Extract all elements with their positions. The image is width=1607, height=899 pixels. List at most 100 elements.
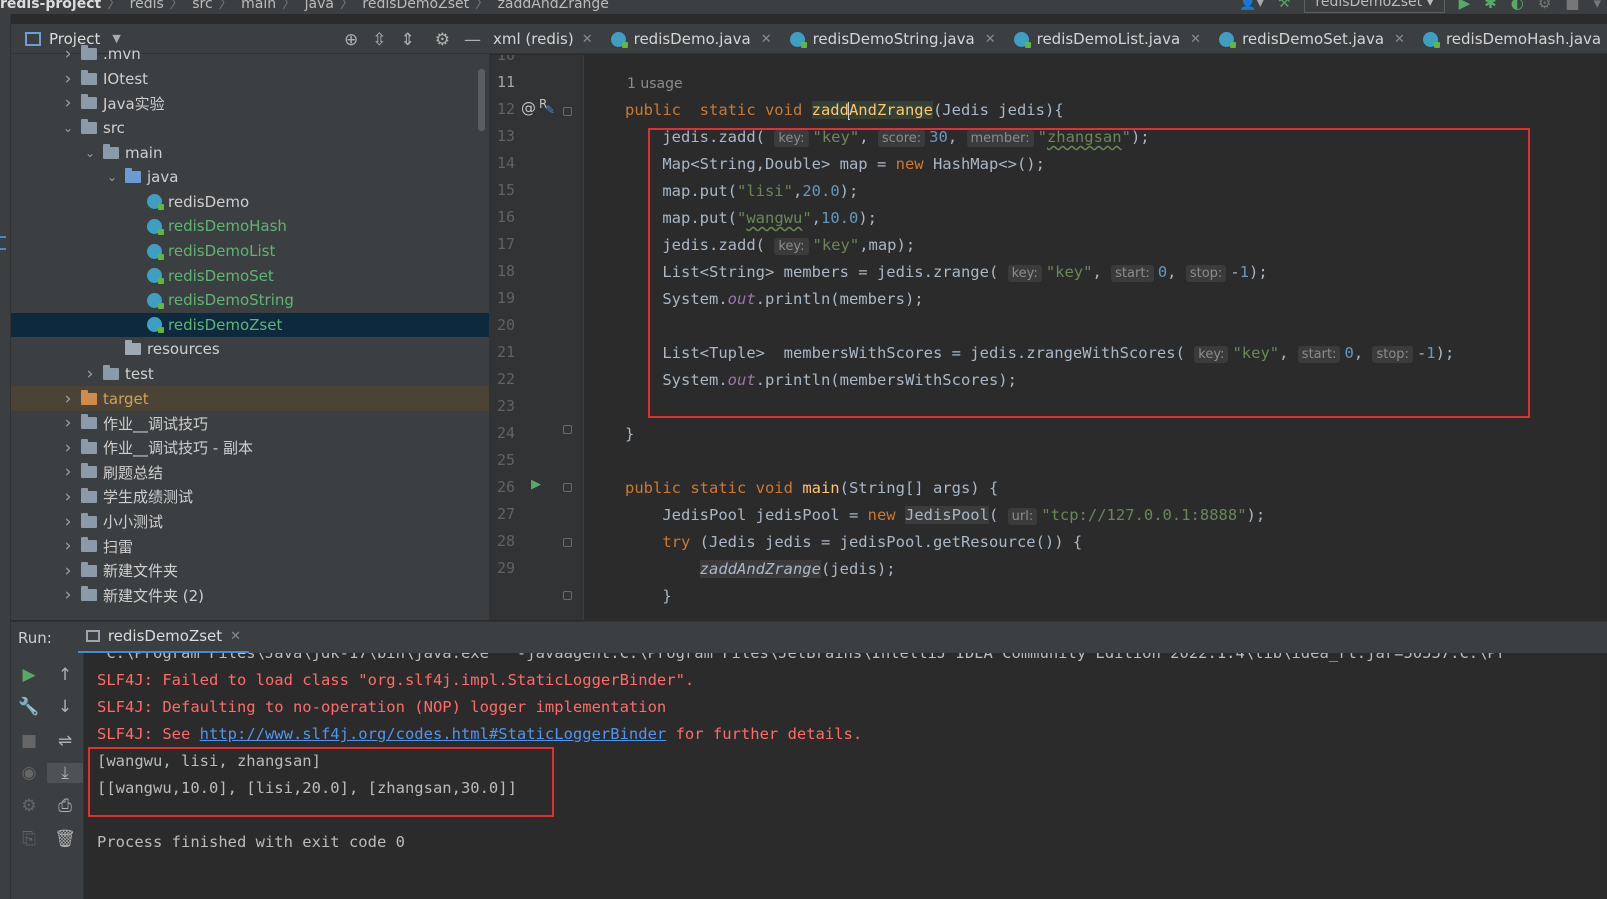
tree-item[interactable]: redisDemoZset: [11, 312, 489, 338]
tree-item[interactable]: › 作业__调试技巧: [11, 411, 489, 436]
rerun-icon[interactable]: ▶: [11, 665, 47, 685]
chevron-right-icon[interactable]: ›: [61, 438, 75, 458]
run-icon[interactable]: ▶: [1459, 0, 1471, 12]
tree-item[interactable]: redisDemoHash: [11, 214, 489, 239]
tree-item[interactable]: redisDemoString: [11, 288, 489, 313]
editor-tab[interactable]: xml (redis) ✕: [489, 24, 603, 53]
breadcrumb-item-java[interactable]: java: [305, 0, 334, 12]
user-icon[interactable]: 👤▾: [1239, 0, 1263, 11]
editor-tab[interactable]: redisDemoString.java ✕: [782, 24, 1006, 53]
camera-icon[interactable]: ◉: [11, 763, 47, 783]
arrow-down-icon[interactable]: ↓: [47, 697, 83, 717]
console-line-1: "C:\Program Files\Java\jdk-17\bin\java.e…: [97, 653, 1507, 662]
fold-marker-icon[interactable]: [563, 483, 572, 492]
exit-icon[interactable]: ⎘: [11, 829, 47, 849]
usage-hint[interactable]: 1 usage: [627, 76, 683, 92]
tree-item[interactable]: › 扫雷: [11, 534, 489, 559]
close-icon[interactable]: ✕: [582, 32, 593, 47]
close-icon[interactable]: ✕: [761, 32, 772, 47]
run-tab[interactable]: redisDemoZset ✕: [77, 622, 250, 654]
tree-item[interactable]: › 新建文件夹: [11, 558, 489, 583]
tree-item[interactable]: › 学生成绩测试: [11, 485, 489, 510]
breadcrumb-item-class[interactable]: redisDemoZset: [362, 0, 469, 12]
toolbar-more-icon[interactable]: ▾: [1593, 0, 1601, 12]
breadcrumb-item-main[interactable]: main: [241, 0, 276, 12]
tree-item[interactable]: › 作业__调试技巧 - 副本: [11, 436, 489, 461]
chevron-right-icon[interactable]: ›: [61, 69, 75, 89]
close-icon[interactable]: ✕: [1394, 32, 1405, 47]
breadcrumb-item-project[interactable]: redis-project: [0, 0, 101, 12]
fold-marker-icon[interactable]: [563, 425, 572, 434]
soft-wrap-icon[interactable]: ⇌: [47, 731, 83, 751]
structure-stripe-marker[interactable]: [0, 236, 6, 250]
override-marker-icon[interactable]: @: [521, 99, 536, 117]
profile-icon[interactable]: ⚙: [1538, 0, 1551, 12]
scroll-to-end-icon[interactable]: ⤓: [47, 763, 83, 783]
fold-marker-icon[interactable]: [563, 591, 572, 600]
tree-item[interactable]: redisDemo: [11, 190, 489, 215]
close-icon[interactable]: ✕: [985, 32, 996, 47]
tree-item[interactable]: ⌄ main: [11, 140, 489, 165]
chevron-down-icon[interactable]: ⌄: [105, 170, 119, 184]
folder-icon: [81, 561, 97, 577]
tree-item[interactable]: › Java实验: [11, 91, 489, 116]
code-editor[interactable]: 10 11 12 13 14 15 16 17 18 19 20 21 22 23 24 25 26 27 28 29…: [489, 55, 1607, 620]
tree-item[interactable]: resources: [11, 337, 489, 362]
chevron-down-icon[interactable]: ⌄: [83, 146, 97, 160]
trash-icon[interactable]: 🗑: [47, 829, 83, 849]
slf4j-link[interactable]: http://www.slf4j.org/codes.html#StaticLo…: [200, 725, 667, 743]
wrench-icon[interactable]: 🔧: [11, 697, 47, 717]
tree-item-label: src: [103, 119, 125, 138]
tree-item[interactable]: ⌄ java: [11, 165, 489, 190]
folder-icon: [81, 487, 97, 503]
chevron-right-icon[interactable]: ›: [61, 561, 75, 581]
run-console[interactable]: "C:\Program Files\Java\jdk-17\bin\java.e…: [84, 653, 1607, 899]
chevron-down-icon[interactable]: ⌄: [61, 121, 75, 135]
tree-item[interactable]: › test: [11, 362, 489, 387]
build-hammer-icon[interactable]: ⚒: [1278, 0, 1291, 11]
chevron-right-icon[interactable]: ›: [61, 389, 75, 409]
close-icon[interactable]: ✕: [230, 629, 241, 644]
tree-item[interactable]: redisDemoSet: [11, 263, 489, 288]
stop-icon[interactable]: ■: [11, 731, 47, 751]
tree-item[interactable]: redisDemoList: [11, 239, 489, 264]
fold-marker-icon[interactable]: [563, 538, 572, 547]
line-number: 26: [496, 478, 515, 496]
breadcrumb-item-method[interactable]: zaddAndZrange: [498, 0, 609, 12]
editor-tab[interactable]: redisDemoList.java ✕: [1006, 24, 1211, 53]
chevron-right-icon[interactable]: ›: [61, 512, 75, 532]
editor-tab[interactable]: redisDemoHash.java✕: [1415, 24, 1607, 53]
settings-icon[interactable]: ⚙: [11, 796, 47, 816]
coverage-icon[interactable]: ◐: [1511, 0, 1524, 12]
tree-item[interactable]: › .mvn: [11, 42, 489, 67]
tree-item[interactable]: › 小小测试: [11, 509, 489, 534]
edit-pen-icon[interactable]: ✎: [545, 103, 555, 117]
print-icon[interactable]: ⎙: [47, 796, 83, 816]
chevron-right-icon[interactable]: ›: [61, 44, 75, 64]
run-configuration-select[interactable]: redisDemoZset ▾: [1304, 0, 1445, 13]
chevron-right-icon[interactable]: ›: [61, 462, 75, 482]
chevron-right-icon[interactable]: ›: [61, 93, 75, 113]
chevron-right-icon[interactable]: ›: [61, 585, 75, 605]
project-scrollbar[interactable]: [478, 69, 485, 131]
arrow-up-icon[interactable]: ↑: [47, 665, 83, 685]
fold-marker-icon[interactable]: [563, 107, 572, 116]
editor-tab[interactable]: redisDemo.java ✕: [603, 24, 782, 53]
close-icon[interactable]: ✕: [1190, 32, 1201, 47]
tree-item[interactable]: › target: [11, 386, 489, 411]
tree-item[interactable]: ⌄ src: [11, 116, 489, 141]
tree-item[interactable]: › 新建文件夹 (2): [11, 583, 489, 608]
chevron-right-icon[interactable]: ›: [83, 364, 97, 384]
chevron-right-icon[interactable]: ›: [61, 536, 75, 556]
java-class-icon: [147, 218, 164, 235]
breadcrumb-item-src[interactable]: src: [192, 0, 212, 12]
chevron-right-icon[interactable]: ›: [61, 487, 75, 507]
stop-icon[interactable]: ■: [1565, 0, 1579, 12]
tree-item[interactable]: › IOtest: [11, 67, 489, 92]
editor-tab[interactable]: redisDemoSet.java ✕: [1211, 24, 1415, 53]
run-gutter-icon[interactable]: ▶: [531, 477, 541, 492]
breadcrumb-item-module[interactable]: redis: [130, 0, 164, 12]
chevron-right-icon[interactable]: ›: [61, 413, 75, 433]
debug-icon[interactable]: ✱: [1484, 0, 1497, 12]
tree-item[interactable]: › 刷题总结: [11, 460, 489, 485]
